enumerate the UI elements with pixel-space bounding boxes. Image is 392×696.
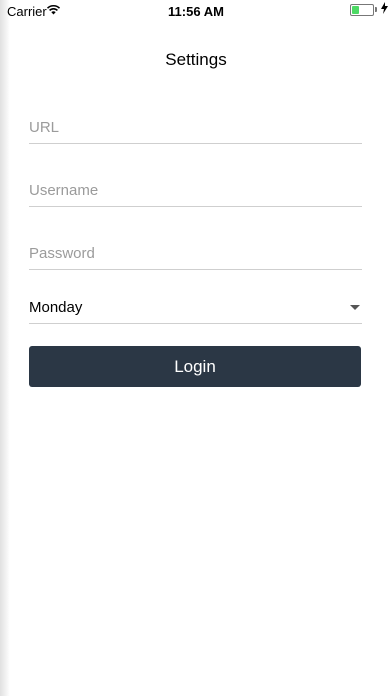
url-input[interactable] [29,111,362,143]
screen-edge-shadow [0,0,10,696]
password-input[interactable] [29,237,362,269]
dropdown-arrow-icon [350,305,360,310]
battery-icon [350,4,374,16]
page-title: Settings [165,50,227,69]
battery-cap [375,7,377,12]
clock-time: 11:56 AM [168,4,224,19]
day-select[interactable]: Monday [29,296,362,324]
battery-level [352,6,359,14]
username-field-container [29,174,362,207]
status-bar: Carrier 11:56 AM [0,0,392,22]
password-field-container [29,237,362,270]
day-select-value: Monday [29,299,83,316]
login-button[interactable]: Login [29,346,361,387]
url-field-container [29,111,362,144]
charging-bolt-icon [381,2,388,17]
username-input[interactable] [29,174,362,206]
